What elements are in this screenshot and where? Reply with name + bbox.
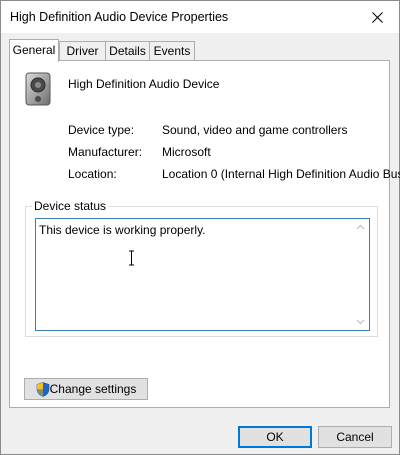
scroll-up-icon[interactable] xyxy=(356,224,365,230)
uac-shield-icon xyxy=(36,382,49,398)
tab-events[interactable]: Events xyxy=(149,41,195,60)
title-bar: High Definition Audio Device Properties xyxy=(1,1,399,33)
general-tab-panel: High Definition Audio Device Device type… xyxy=(9,60,400,408)
tab-general[interactable]: General xyxy=(9,39,59,62)
device-status-group: Device status This device is working pro… xyxy=(25,199,378,337)
device-type-label: Device type: xyxy=(68,123,135,137)
tab-driver[interactable]: Driver xyxy=(59,41,106,60)
manufacturer-label: Manufacturer: xyxy=(68,145,143,159)
ok-button[interactable]: OK xyxy=(238,426,312,448)
tab-details[interactable]: Details xyxy=(105,41,150,60)
properties-dialog: High Definition Audio Device Properties … xyxy=(0,0,400,455)
scroll-down-icon[interactable] xyxy=(356,319,365,325)
vertical-scrollbar[interactable] xyxy=(352,219,369,330)
cancel-button[interactable]: Cancel xyxy=(318,426,392,448)
speaker-icon xyxy=(25,72,51,106)
text-cursor-icon xyxy=(129,250,134,266)
device-status-textbox[interactable]: This device is working properly. xyxy=(35,218,370,331)
close-icon xyxy=(371,11,383,23)
device-status-text: This device is working properly. xyxy=(39,223,206,237)
change-settings-label: Change settings xyxy=(49,382,137,396)
window-title: High Definition Audio Device Properties xyxy=(10,10,229,24)
device-type-value: Sound, video and game controllers xyxy=(162,123,348,137)
device-name: High Definition Audio Device xyxy=(68,77,220,91)
close-button[interactable] xyxy=(355,1,399,33)
location-label: Location: xyxy=(68,167,117,181)
manufacturer-value: Microsoft xyxy=(162,145,211,159)
location-value: Location 0 (Internal High Definition Aud… xyxy=(162,167,400,181)
change-settings-button[interactable]: Change settings xyxy=(24,378,148,400)
device-status-title: Device status xyxy=(32,199,109,213)
